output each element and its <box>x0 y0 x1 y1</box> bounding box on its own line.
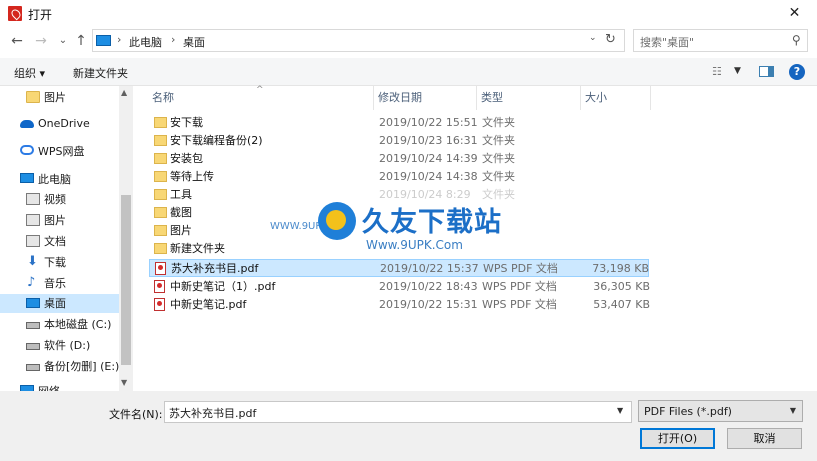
file-row-pdf[interactable]: 中新史笔记.pdf 2019/10/22 15:31 WPS PDF 文档 53… <box>149 296 650 314</box>
breadcrumb-desktop[interactable]: 桌面 <box>183 34 205 50</box>
video-icon <box>26 193 40 205</box>
filetype-value: PDF Files (*.pdf) <box>644 405 732 418</box>
address-dropdown-icon[interactable]: ⌄ <box>589 33 597 43</box>
watermark-url: Www.9UPK.Com <box>366 238 463 252</box>
app-icon <box>8 6 22 21</box>
pdf-file-icon <box>154 298 165 311</box>
sidebar-item-wps-cloud[interactable]: WPS网盘 <box>0 142 119 161</box>
download-icon: ⬇ <box>27 254 38 269</box>
pc-icon <box>20 173 34 183</box>
column-divider[interactable] <box>650 86 651 110</box>
help-icon[interactable]: ? <box>789 64 805 80</box>
navigation-bar: ← → ⌄ ↑ › 此电脑 › 桌面 ⌄ ↻ 搜索"桌面" ⚲ <box>0 28 817 56</box>
column-header-size[interactable]: 大小 <box>581 86 607 110</box>
file-row-folder[interactable]: 安下载 2019/10/22 15:51 文件夹 <box>149 114 649 132</box>
sidebar-item-pictures-quick[interactable]: 图片 <box>0 88 119 107</box>
new-folder-button[interactable]: 新建文件夹 <box>73 65 128 81</box>
file-row-folder[interactable]: 安装包 2019/10/24 14:39 文件夹 <box>149 150 649 168</box>
drive-icon <box>26 322 40 329</box>
sidebar-item-drive-e[interactable]: 备份[勿删] (E:) <box>0 357 119 376</box>
documents-icon <box>26 235 40 247</box>
sidebar-item-network[interactable]: 网络 <box>0 382 119 391</box>
search-icon[interactable]: ⚲ <box>792 33 801 47</box>
sidebar-item-onedrive[interactable]: OneDrive <box>0 114 119 133</box>
wps-cloud-icon <box>20 145 34 155</box>
folder-icon <box>154 189 167 200</box>
folder-icon <box>26 91 40 103</box>
sort-ascending-icon: ^ <box>256 85 264 95</box>
scroll-down-icon[interactable]: ▼ <box>121 378 127 387</box>
sidebar-item-desktop[interactable]: 桌面 <box>0 294 119 313</box>
desktop-icon <box>26 298 40 308</box>
back-button[interactable]: ← <box>6 30 28 52</box>
refresh-icon[interactable]: ↻ <box>605 32 616 47</box>
pdf-file-icon <box>155 262 166 275</box>
filename-label: 文件名(N): <box>109 408 163 421</box>
open-button[interactable]: 打开(O) <box>640 428 715 449</box>
filename-dropdown-icon[interactable]: ▼ <box>617 406 623 415</box>
music-icon: ♪ <box>27 275 36 290</box>
search-input[interactable]: 搜索"桌面" ⚲ <box>633 29 808 52</box>
drive-icon <box>26 343 40 350</box>
sidebar-item-videos[interactable]: 视频 <box>0 190 119 209</box>
pc-icon <box>96 35 111 46</box>
watermark-logo-icon <box>318 202 356 240</box>
folder-icon <box>154 153 167 164</box>
file-row-folder[interactable]: 等待上传 2019/10/24 14:38 文件夹 <box>149 168 649 186</box>
column-header-date[interactable]: 修改日期 <box>374 86 422 110</box>
search-placeholder: 搜索"桌面" <box>640 36 695 49</box>
sidebar-item-documents[interactable]: 文档 <box>0 232 119 251</box>
sidebar-item-drive-c[interactable]: 本地磁盘 (C:) <box>0 315 119 334</box>
sidebar-item-this-pc[interactable]: 此电脑 <box>0 170 119 189</box>
close-button[interactable]: ✕ <box>772 0 817 28</box>
view-dropdown-icon[interactable]: ▼ <box>734 66 741 76</box>
sidebar-item-music[interactable]: ♪ 音乐 <box>0 274 119 293</box>
folder-icon <box>154 117 167 128</box>
forward-button[interactable]: → <box>30 30 52 52</box>
sidebar-item-drive-d[interactable]: 软件 (D:) <box>0 336 119 355</box>
drive-icon <box>26 364 40 371</box>
sidebar-scrollbar-thumb[interactable] <box>121 195 131 365</box>
watermark: WWW.9UPK.COM 久友下载站 Www.9UPK.Com <box>270 200 520 262</box>
filename-input[interactable]: 苏大补充书目.pdf <box>164 401 632 423</box>
preview-pane-icon[interactable] <box>759 66 774 77</box>
pdf-file-icon <box>154 280 165 293</box>
view-options-icon[interactable]: ☷ <box>712 65 722 78</box>
folder-icon <box>154 171 167 182</box>
chevron-down-icon: ▼ <box>789 406 796 415</box>
folder-icon <box>154 243 167 254</box>
folder-icon <box>154 135 167 146</box>
sidebar-item-pictures[interactable]: 图片 <box>0 211 119 230</box>
scroll-up-icon[interactable]: ▲ <box>121 88 127 97</box>
command-toolbar: 组织 ▾ 新建文件夹 ☷ ▼ ? <box>0 58 817 86</box>
breadcrumb-this-pc[interactable]: 此电脑 <box>129 34 162 50</box>
dialog-footer: 文件名(N): 苏大补充书目.pdf ▼ PDF Files (*.pdf) ▼… <box>0 391 817 461</box>
sidebar-item-downloads[interactable]: ⬇ 下载 <box>0 253 119 272</box>
filetype-select[interactable]: PDF Files (*.pdf) ▼ <box>638 400 803 422</box>
organize-button[interactable]: 组织 ▾ <box>14 65 45 81</box>
file-row-pdf[interactable]: 中新史笔记（1）.pdf 2019/10/22 18:43 WPS PDF 文档… <box>149 278 650 296</box>
navigation-pane: 图片 OneDrive WPS网盘 此电脑 视频 图片 文档 ⬇ 下载 ♪ 音乐… <box>0 86 133 391</box>
cancel-button[interactable]: 取消 <box>727 428 802 449</box>
breadcrumb-separator: › <box>117 33 122 46</box>
up-button[interactable]: ↑ <box>70 30 92 52</box>
address-bar[interactable]: › 此电脑 › 桌面 ⌄ ↻ <box>92 29 625 52</box>
folder-icon <box>154 225 167 236</box>
column-header-name[interactable]: 名称 <box>148 86 174 110</box>
folder-icon <box>154 207 167 218</box>
pictures-icon <box>26 214 40 226</box>
column-header-type[interactable]: 类型 <box>477 86 503 110</box>
onedrive-icon <box>20 120 34 128</box>
filename-value: 苏大补充书目.pdf <box>169 407 257 420</box>
file-row-folder[interactable]: 安下载编程备份(2) 2019/10/23 16:31 文件夹 <box>149 132 649 150</box>
window-title: 打开 <box>28 8 53 22</box>
title-bar: 打开 ✕ <box>0 0 817 28</box>
watermark-title: 久友下载站 <box>362 207 502 238</box>
breadcrumb-separator: › <box>171 33 176 46</box>
